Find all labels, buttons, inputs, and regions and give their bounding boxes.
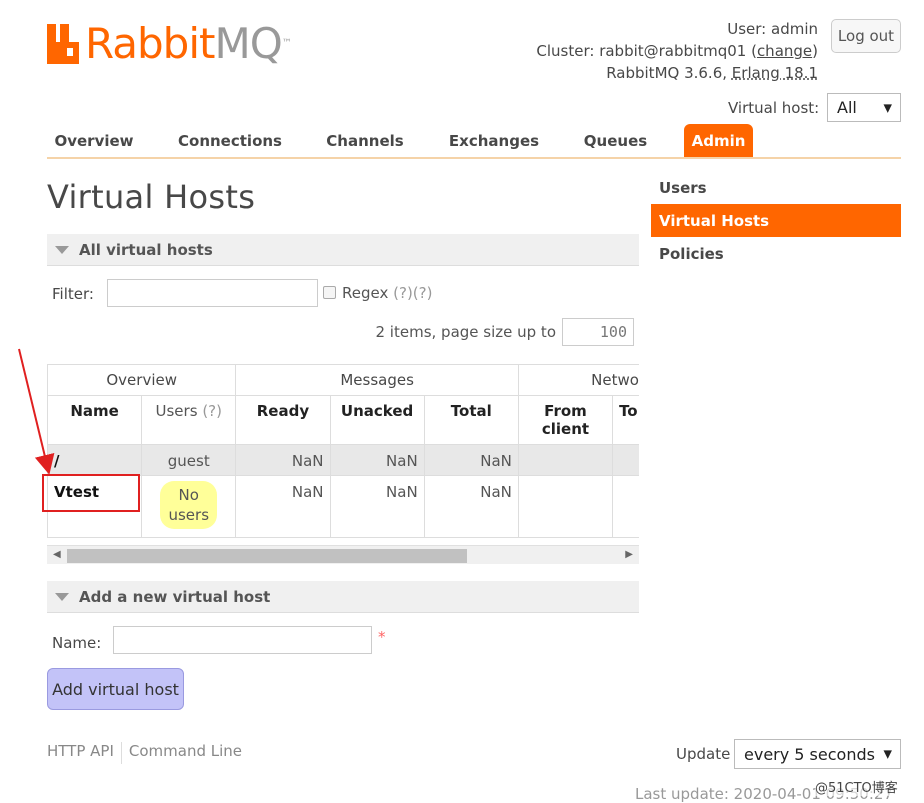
rabbitmq-logo: RabbitMQ™ [47,19,292,68]
table-horizontal-scrollbar[interactable]: ◀ ▶ [47,545,639,564]
cluster-change-link[interactable]: change [757,42,812,60]
add-virtual-host-header[interactable]: Add a new virtual host [47,581,639,613]
filter-label: Filter: [52,285,94,303]
vhost-from-client [517,475,614,538]
vhost-users: guest [141,444,237,476]
virtual-host-label: Virtual host: [728,99,820,117]
dropdown-arrow-icon: ▼ [883,101,892,114]
header-info: User: admin Cluster: rabbit@rabbitmq01 (… [536,18,818,84]
add-virtual-host-button[interactable]: Add virtual host [47,668,184,710]
tab-admin[interactable]: Admin [684,124,753,157]
section-title: Add a new virtual host [79,587,271,606]
sidebar-item-virtual-hosts[interactable]: Virtual Hosts [651,204,901,237]
scrollbar-thumb[interactable] [67,549,467,563]
vhost-total: NaN [423,444,519,476]
version-line: RabbitMQ 3.6.6, Erlang 18.1 [606,64,818,82]
vhost-name-link[interactable]: / [47,444,143,476]
scroll-right-icon[interactable]: ▶ [625,549,633,560]
logo-wordmark: RabbitMQ™ [85,19,292,68]
items-count-text: 2 items, page size up to [375,323,557,341]
admin-sidebar: Users Virtual Hosts Policies [651,171,901,270]
column-name[interactable]: Name [47,395,143,445]
virtual-host-selected-value: All [837,98,857,117]
http-api-link[interactable]: HTTP API [47,742,114,764]
group-header-network: Network [517,364,639,396]
vhost-name-label: Name: [52,634,102,652]
users-help-link[interactable]: (?) [202,402,222,420]
dropdown-arrow-icon: ▼ [883,747,892,761]
sidebar-item-users[interactable]: Users [651,171,901,204]
vhost-name-input[interactable] [113,626,372,654]
virtual-host-select[interactable]: All ▼ [827,93,901,122]
column-from-client[interactable]: From client [517,395,614,445]
erlang-version: Erlang 18.1 [731,64,818,82]
tab-overview[interactable]: Overview [47,124,141,157]
tab-connections[interactable]: Connections [169,124,291,157]
user-line: User: admin [727,20,818,38]
logout-button[interactable]: Log out [831,19,901,53]
update-label: Update [676,745,731,763]
update-interval-select[interactable]: every 5 seconds ▼ [734,739,901,769]
vhost-ready: NaN [235,444,331,476]
vhost-to-client [612,444,639,476]
required-marker: * [378,628,386,646]
vhost-users: No users [141,475,237,538]
sidebar-item-policies[interactable]: Policies [651,237,901,270]
tab-queues[interactable]: Queues [577,124,654,157]
group-header-messages: Messages [235,364,519,396]
column-total[interactable]: Total [423,395,519,445]
column-unacked[interactable]: Unacked [329,395,425,445]
scroll-left-icon[interactable]: ◀ [53,549,61,560]
no-users-badge: No users [160,481,218,529]
footer-divider [120,742,122,764]
regex-checkbox[interactable] [323,286,336,299]
rabbit-logo-icon [47,24,79,64]
section-title: All virtual hosts [79,240,213,259]
regex-help-link[interactable]: (?)(?) [393,284,432,302]
watermark: @51CTO博客 [815,777,898,796]
update-interval-value: every 5 seconds [744,744,875,764]
vhost-from-client [517,444,614,476]
column-ready[interactable]: Ready [235,395,331,445]
collapse-triangle-icon [55,592,69,601]
all-virtual-hosts-header[interactable]: All virtual hosts [47,234,639,266]
filter-input[interactable] [107,279,318,307]
page-size-input[interactable]: 100 [562,318,634,346]
cluster-line: Cluster: rabbit@rabbitmq01 (change) [536,42,818,60]
table-row: / guest NaN NaN NaN [47,444,639,476]
tab-exchanges[interactable]: Exchanges [441,124,547,157]
vhost-unacked: NaN [329,444,425,476]
regex-label: Regex (?)(?) [342,284,433,302]
vhost-total: NaN [423,475,519,538]
tabs-divider [47,157,901,159]
main-nav-tabs: Overview Connections Channels Exchanges … [47,124,901,158]
tab-channels[interactable]: Channels [319,124,411,157]
vhost-ready: NaN [235,475,331,538]
column-to-client[interactable]: To client [612,395,639,445]
vhost-unacked: NaN [329,475,425,538]
footer-links: HTTP API Command Line [47,742,242,764]
group-header-overview: Overview [47,364,237,396]
vhost-to-client [612,475,639,538]
page-title: Virtual Hosts [47,178,256,216]
command-line-link[interactable]: Command Line [129,742,242,764]
column-users: Users (?) [141,395,237,445]
annotation-highlight-box [42,474,140,512]
collapse-triangle-icon [55,245,69,254]
